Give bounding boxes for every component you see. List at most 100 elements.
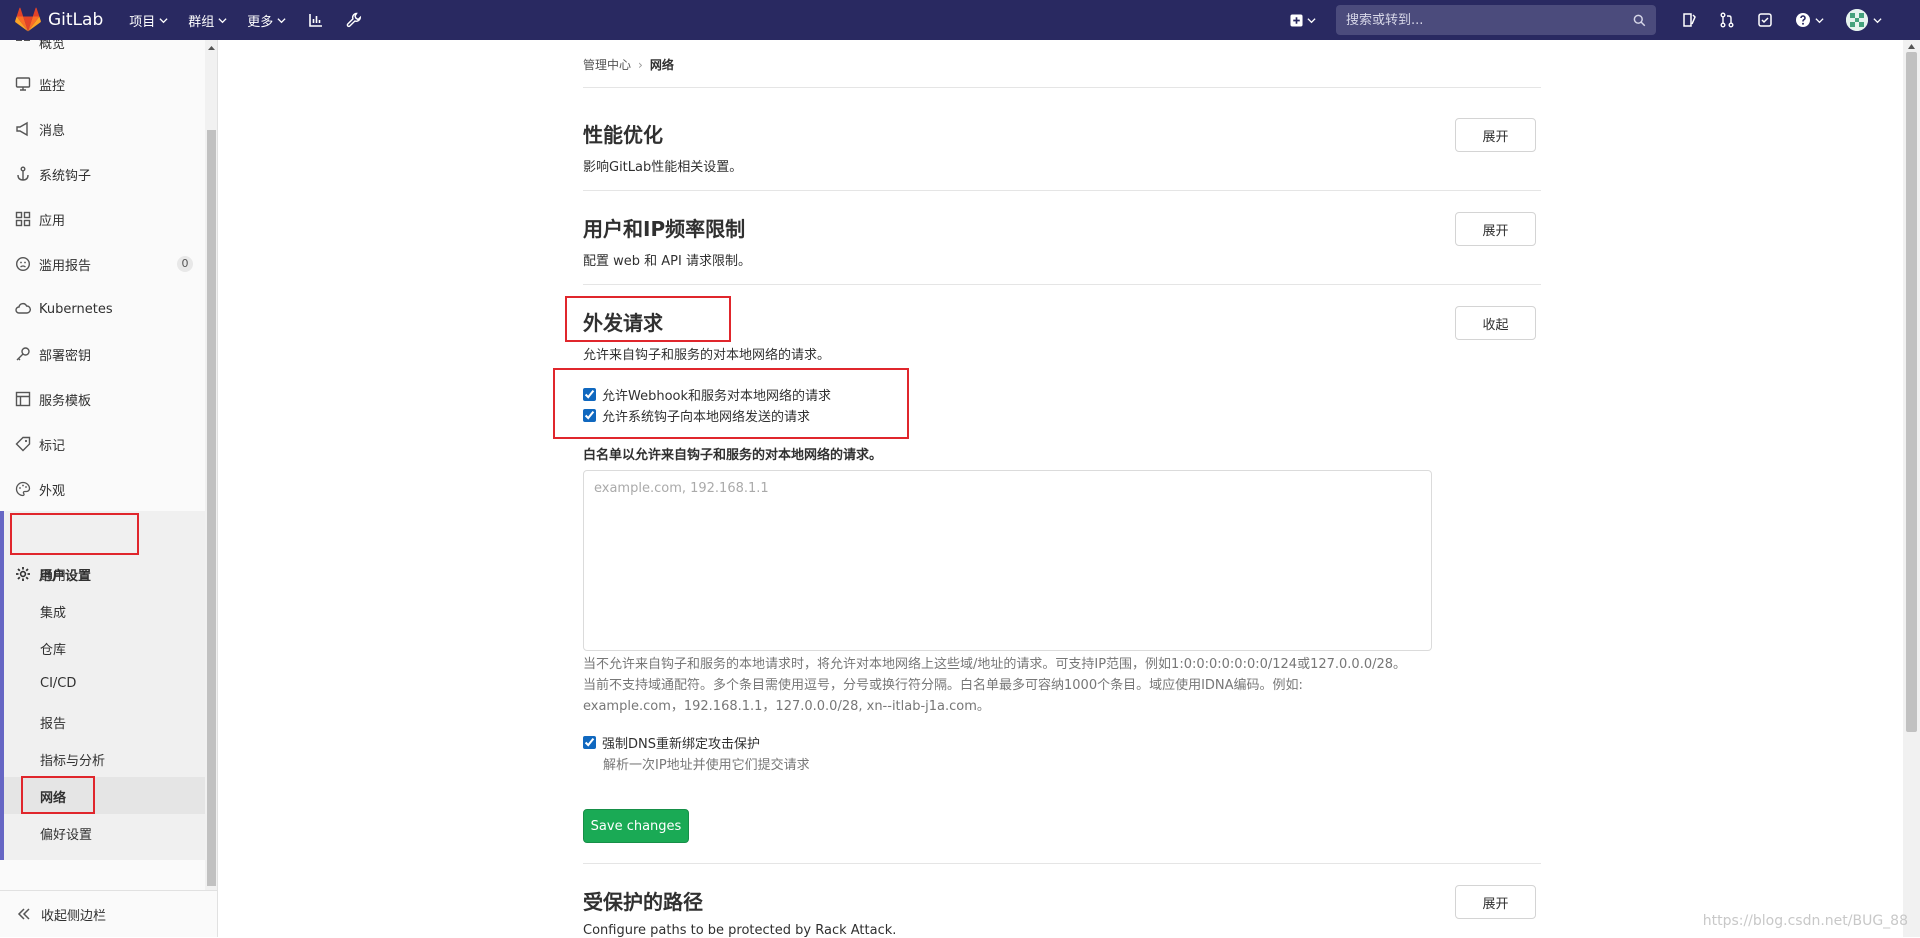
- allow-webhook-local-requests[interactable]: 允许Webhook和服务对本地网络的请求: [583, 385, 831, 404]
- sidebar-sub-integrations[interactable]: 集成: [40, 602, 66, 621]
- dns-rebinding-checkbox[interactable]: [583, 736, 596, 749]
- sidebar-item-settings[interactable]: 用户设置: [0, 556, 205, 592]
- sidebar-item-service-templates[interactable]: 服务模板: [0, 381, 205, 417]
- double-chevron-left-icon: [17, 907, 31, 921]
- sidebar-sub-reporting[interactable]: 报告: [40, 713, 66, 732]
- sidebar-item-label: 滥用报告: [39, 255, 91, 274]
- sidebar-item-abuse-reports[interactable]: 滥用报告 0: [0, 246, 205, 282]
- search-input[interactable]: [1346, 13, 1633, 28]
- sidebar-item-label: 部署密钥: [39, 345, 91, 364]
- active-sub-highlight: [4, 777, 205, 814]
- grid-icon: [15, 40, 31, 50]
- sidebar-item-label: 概览: [39, 40, 65, 52]
- groups-dropdown[interactable]: 群组: [188, 11, 227, 30]
- key-icon: [15, 346, 31, 362]
- scroll-up-arrow-icon[interactable]: [207, 44, 216, 52]
- dns-rebinding-help: 解析一次IP地址并使用它们提交请求: [603, 754, 810, 773]
- page-scrollbar-thumb[interactable]: [1906, 52, 1917, 732]
- sidebar-item-appearance[interactable]: 外观: [0, 471, 205, 507]
- anchor-icon: [15, 166, 31, 182]
- collapse-outbound-button[interactable]: 收起: [1455, 306, 1536, 340]
- expand-protected-paths-button[interactable]: 展开: [1455, 885, 1536, 919]
- admin-sidebar: 概览 监控 消息 系统钩子 应用 滥用报告 0 Kubernetes 部署密钥 …: [0, 40, 218, 937]
- breadcrumb-separator-icon: ›: [638, 58, 643, 72]
- dns-rebinding-label: 强制DNS重新绑定攻击保护: [602, 733, 760, 752]
- chevron-down-icon: [277, 16, 286, 25]
- allow-system-hooks-local-requests[interactable]: 允许系统钩子向本地网络发送的请求: [583, 406, 810, 425]
- sidebar-item-overview[interactable]: 概览: [0, 40, 205, 60]
- sidebar-item-label: 消息: [39, 120, 65, 139]
- plus-square-icon: [1290, 14, 1303, 27]
- applications-icon: [15, 211, 31, 227]
- brand-name: GitLab: [48, 10, 103, 30]
- sidebar-item-label: 标记: [39, 435, 65, 454]
- search-icon: [1633, 14, 1646, 27]
- sidebar-item-label: 服务模板: [39, 390, 91, 409]
- chevron-down-icon: [1307, 16, 1316, 25]
- breadcrumb-admin-link[interactable]: 管理中心: [583, 56, 631, 73]
- activity-chart-icon[interactable]: [306, 10, 326, 30]
- collapse-sidebar-button[interactable]: 收起侧边栏: [0, 890, 218, 937]
- issues-icon[interactable]: [1678, 9, 1700, 31]
- expand-rate-limits-button[interactable]: 展开: [1455, 212, 1536, 246]
- scroll-up-arrow-icon[interactable]: [1907, 43, 1916, 50]
- sidebar-sub-general[interactable]: 通用: [40, 565, 66, 584]
- admin-wrench-icon[interactable]: [344, 10, 364, 30]
- sidebar-item-label: 监控: [39, 75, 65, 94]
- breadcrumb-current: 网络: [650, 56, 674, 73]
- collapse-sidebar-label: 收起侧边栏: [41, 905, 106, 924]
- watermark: https://blog.csdn.net/BUG_88: [1703, 913, 1908, 929]
- section-desc-performance: 影响GitLab性能相关设置。: [583, 156, 742, 175]
- top-navbar: GitLab 项目 群组 更多: [0, 0, 1920, 40]
- section-title-outbound: 外发请求: [583, 307, 663, 336]
- allow-webhook-checkbox[interactable]: [583, 388, 596, 401]
- whitelist-textarea[interactable]: [583, 470, 1432, 651]
- allow-system-hooks-checkbox[interactable]: [583, 409, 596, 422]
- sidebar-item-monitoring[interactable]: 监控: [0, 66, 205, 102]
- avatar: [1846, 9, 1868, 31]
- sidebar-sub-network[interactable]: 网络: [40, 787, 66, 806]
- more-dropdown[interactable]: 更多: [247, 11, 286, 30]
- monitor-icon: [15, 76, 31, 92]
- sidebar-item-messages[interactable]: 消息: [0, 111, 205, 147]
- todos-icon[interactable]: [1754, 9, 1776, 31]
- section-title-rate-limits: 用户和IP频率限制: [583, 213, 745, 242]
- divider: [583, 863, 1541, 864]
- help-dropdown[interactable]: [1792, 9, 1826, 31]
- sidebar-item-deploy-keys[interactable]: 部署密钥: [0, 336, 205, 372]
- sidebar-sub-repository[interactable]: 仓库: [40, 639, 66, 658]
- sidebar-item-system-hooks[interactable]: 系统钩子: [0, 156, 205, 192]
- whitelist-help-line-3: example.com，192.168.1.1，127.0.0.0/28, xn…: [583, 696, 1453, 717]
- merge-requests-icon[interactable]: [1716, 9, 1738, 31]
- chevron-down-icon: [159, 16, 168, 25]
- whitelist-help-line-1: 当不允许来自钩子和服务的本地请求时，将允许对本地网络上这些域/地址的请求。可支持…: [583, 654, 1453, 675]
- sidebar-item-applications[interactable]: 应用: [0, 201, 205, 237]
- expand-performance-button[interactable]: 展开: [1455, 118, 1536, 152]
- section-desc-outbound: 允许来自钩子和服务的对本地网络的请求。: [583, 344, 830, 363]
- search-box[interactable]: [1336, 5, 1656, 35]
- sidebar-item-label: 应用: [39, 210, 65, 229]
- allow-webhook-label: 允许Webhook和服务对本地网络的请求: [602, 385, 831, 404]
- help-icon: [1795, 12, 1811, 28]
- sidebar-sub-metrics[interactable]: 指标与分析: [40, 750, 105, 769]
- chevron-down-icon: [1873, 16, 1882, 25]
- sidebar-item-labels[interactable]: 标记: [0, 426, 205, 462]
- section-desc-protected-paths: Configure paths to be protected by Rack …: [583, 923, 896, 938]
- sidebar-sub-cicd[interactable]: CI/CD: [40, 676, 76, 691]
- save-changes-button[interactable]: Save changes: [583, 809, 689, 843]
- sidebar-item-label: 系统钩子: [39, 165, 91, 184]
- dns-rebinding-protection[interactable]: 强制DNS重新绑定攻击保护: [583, 733, 760, 752]
- user-menu-dropdown[interactable]: [1846, 9, 1882, 31]
- whitelist-help-line-2: 当前不支持域通配符。多个条目需使用逗号，分号或换行符分隔。白名单最多可容纳100…: [583, 675, 1453, 696]
- sidebar-scrollbar-thumb[interactable]: [207, 130, 216, 886]
- cloud-gear-icon: [15, 301, 31, 317]
- divider: [583, 284, 1541, 285]
- sidebar-item-kubernetes[interactable]: Kubernetes: [0, 291, 205, 327]
- projects-label: 项目: [129, 11, 155, 30]
- palette-icon: [15, 481, 31, 497]
- allow-system-hooks-label: 允许系统钩子向本地网络发送的请求: [602, 406, 810, 425]
- new-item-dropdown[interactable]: [1290, 14, 1316, 27]
- sidebar-sub-preferences[interactable]: 偏好设置: [40, 824, 92, 843]
- gitlab-home-link[interactable]: GitLab: [14, 6, 103, 34]
- projects-dropdown[interactable]: 项目: [129, 11, 168, 30]
